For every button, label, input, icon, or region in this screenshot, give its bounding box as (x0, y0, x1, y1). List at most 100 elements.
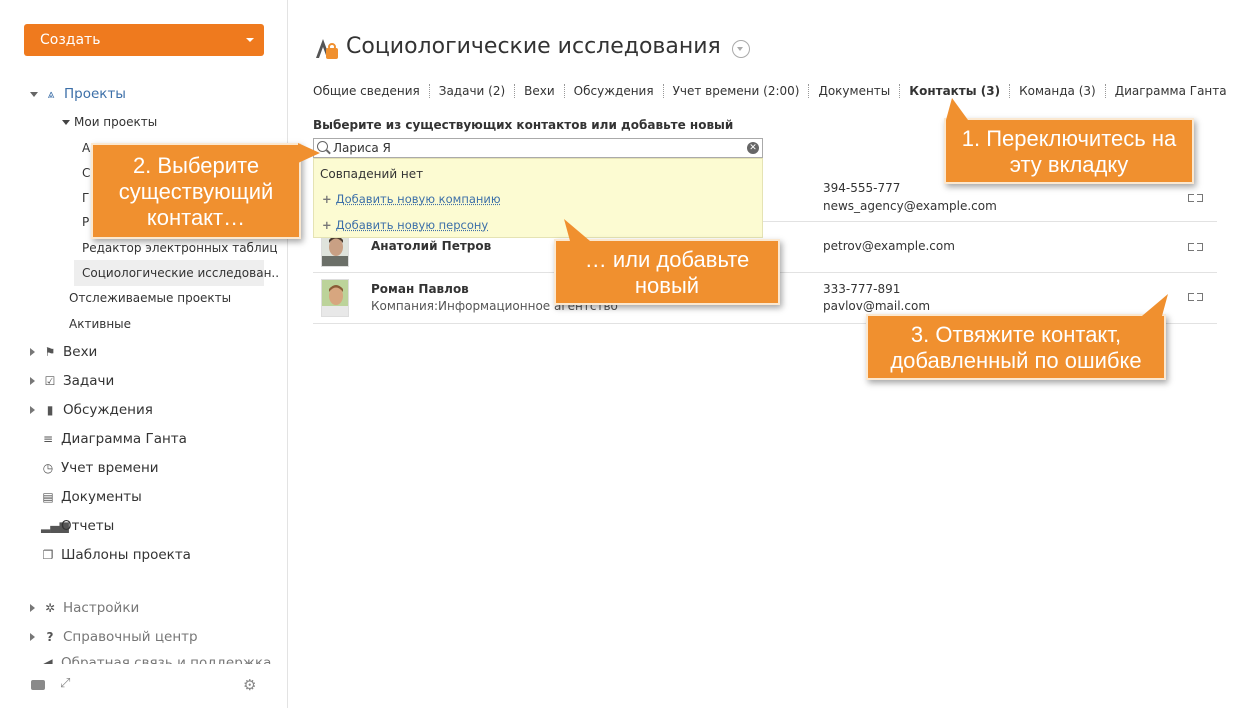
sidebar-item-tasks[interactable]: ☑ Задачи (30, 368, 114, 394)
tab-milestones[interactable]: Вехи (514, 84, 564, 98)
sidebar-item-label: Проекты (64, 86, 126, 102)
plus-icon: + (322, 192, 332, 206)
avatar-photo (322, 280, 348, 316)
project-item-label: Социологические исследован.. (82, 266, 280, 280)
callout-pointer (1142, 294, 1168, 316)
sidebar-item-documents[interactable]: ▤ Документы (41, 484, 142, 510)
sidebar-item-label: Справочный центр (63, 629, 198, 645)
clock-icon: ◷ (42, 461, 54, 475)
callout-add-new: … или добавьте новый (554, 219, 780, 305)
sidebar-item-label: Документы (61, 489, 142, 505)
expand-icon[interactable] (30, 91, 38, 97)
sidebar-item-active[interactable]: Активные (69, 311, 131, 337)
project-item-label: Г (82, 191, 90, 205)
callout-unlink-contact: 3. Отвяжите контакт, добавленный по ошиб… (866, 294, 1168, 380)
create-button[interactable]: Создать (24, 24, 264, 56)
clear-icon[interactable]: ✕ (747, 142, 759, 154)
sidebar-item-gantt[interactable]: ≡ Диаграмма Ганта (41, 426, 187, 452)
unlink-icon[interactable] (1188, 293, 1203, 301)
tab-documents[interactable]: Документы (808, 84, 899, 98)
search-dropdown: Совпадений нет + Добавить новую компанию … (313, 158, 763, 238)
expand-icon[interactable] (30, 633, 35, 641)
sidebar-item-reports[interactable]: ▂▄▆Отчеты (41, 513, 114, 539)
question-icon: ? (46, 630, 54, 644)
chat-icon[interactable] (31, 680, 45, 690)
tab-overview[interactable]: Общие сведения (313, 84, 429, 98)
contact-phone: 333-777-891 (823, 282, 901, 296)
project-item[interactable]: А (82, 135, 90, 161)
sidebar-footer: ⤢ ⚙ (0, 664, 287, 708)
tab-tasks[interactable]: Задачи (2) (428, 84, 514, 98)
avatar (321, 279, 349, 317)
sidebar-item-label: Вехи (63, 344, 98, 360)
sidebar-item-discussions[interactable]: ▮ Обсуждения (30, 397, 153, 423)
project-item[interactable]: Г (82, 185, 89, 211)
contact-name[interactable]: Анатолий Петров (371, 239, 491, 253)
callout-text: 1. Переключитесь на эту вкладку (961, 126, 1177, 177)
project-item[interactable]: С (82, 160, 90, 186)
sidebar-item-milestones[interactable]: ⚑ Вехи (30, 339, 97, 365)
expand-icon[interactable]: ⤢ (60, 676, 70, 691)
contact-email: petrov@example.com (823, 239, 955, 253)
project-item[interactable]: Р (82, 209, 89, 235)
gear-icon[interactable]: ⚙ (243, 676, 256, 694)
callout-pointer (564, 219, 590, 241)
document-icon: ▤ (42, 490, 54, 504)
expand-icon[interactable] (30, 377, 35, 385)
project-item-label: Р (82, 215, 90, 229)
tab-gantt[interactable]: Диаграмма Ганта (1104, 84, 1236, 98)
sidebar-item-time[interactable]: ◷ Учет времени (41, 455, 159, 481)
add-company-link[interactable]: + Добавить новую компанию (322, 192, 501, 206)
sidebar-item-label: Отчеты (61, 518, 115, 534)
unlink-icon[interactable] (1188, 243, 1203, 251)
sidebar-item-help[interactable]: ? Справочный центр (30, 624, 198, 650)
callout-text: 2. Выберите существующий контакт… (118, 153, 274, 230)
sidebar-item-label: Обсуждения (63, 402, 153, 418)
tab-team[interactable]: Команда (3) (1009, 84, 1105, 98)
flag-icon: ⚑ (44, 345, 56, 359)
add-person-link[interactable]: + Добавить новую персону (322, 218, 488, 232)
project-item-active[interactable]: Социологические исследован.. (74, 260, 279, 286)
no-matches-text: Совпадений нет (320, 167, 424, 181)
callout-switch-tab: 1. Переключитесь на эту вкладку (944, 98, 1194, 184)
sidebar-item-templates[interactable]: ❐ Шаблоны проекта (41, 542, 191, 568)
tab-discussions[interactable]: Обсуждения (563, 84, 663, 98)
contacts-hint: Выберите из существующих контактов или д… (313, 118, 734, 132)
bar-chart-icon: ▂▄▆ (41, 519, 69, 533)
contact-search: ✕ (313, 138, 763, 158)
project-item-label: А (82, 141, 91, 155)
tab-time-tracking[interactable]: Учет времени (2:00) (662, 84, 809, 98)
discussion-icon: ▮ (46, 403, 54, 417)
contact-search-input[interactable] (333, 140, 733, 156)
project-tabs: Общие сведения Задачи (2) Вехи Обсуждения Уч… (313, 84, 1236, 100)
chevron-down-icon[interactable] (732, 40, 750, 58)
page-title: Социологические исследования (346, 34, 721, 59)
sidebar-item-label: Задачи (63, 373, 115, 389)
add-person-label: Добавить новую персону (335, 218, 489, 232)
gear-icon: ✲ (44, 601, 56, 615)
callout-pointer (946, 98, 968, 120)
add-company-label: Добавить новую компанию (335, 192, 501, 206)
project-icon (316, 39, 338, 59)
expand-icon[interactable] (30, 406, 35, 414)
create-button-label: Создать (40, 32, 101, 48)
chevron-down-icon[interactable] (246, 38, 254, 42)
expand-icon[interactable] (30, 348, 35, 356)
sidebar-item-label: Шаблоны проекта (61, 547, 191, 563)
sidebar-item-my-projects[interactable]: Мои проекты (62, 109, 157, 135)
sidebar-item-label: Диаграмма Ганта (61, 431, 187, 447)
tab-contacts[interactable]: Контакты (3) (899, 84, 1009, 98)
sidebar-item-label: Отслеживаемые проекты (69, 291, 232, 305)
sidebar-item-tracked[interactable]: Отслеживаемые проекты (69, 285, 231, 311)
sidebar-item-projects[interactable]: ⩓ Проекты (30, 81, 126, 107)
expand-icon[interactable] (30, 604, 35, 612)
plus-icon: + (322, 218, 332, 232)
sidebar-item-settings[interactable]: ✲ Настройки (30, 595, 139, 621)
expand-icon[interactable] (62, 120, 70, 125)
sidebar-item-label: Настройки (63, 600, 140, 616)
contact-name[interactable]: Роман Павлов (371, 282, 469, 296)
unlink-icon[interactable] (1188, 194, 1203, 202)
contact-email: pavlov@mail.com (823, 299, 931, 313)
callout-pointer (298, 143, 320, 163)
contact-phone: 394-555-777 (823, 181, 901, 195)
